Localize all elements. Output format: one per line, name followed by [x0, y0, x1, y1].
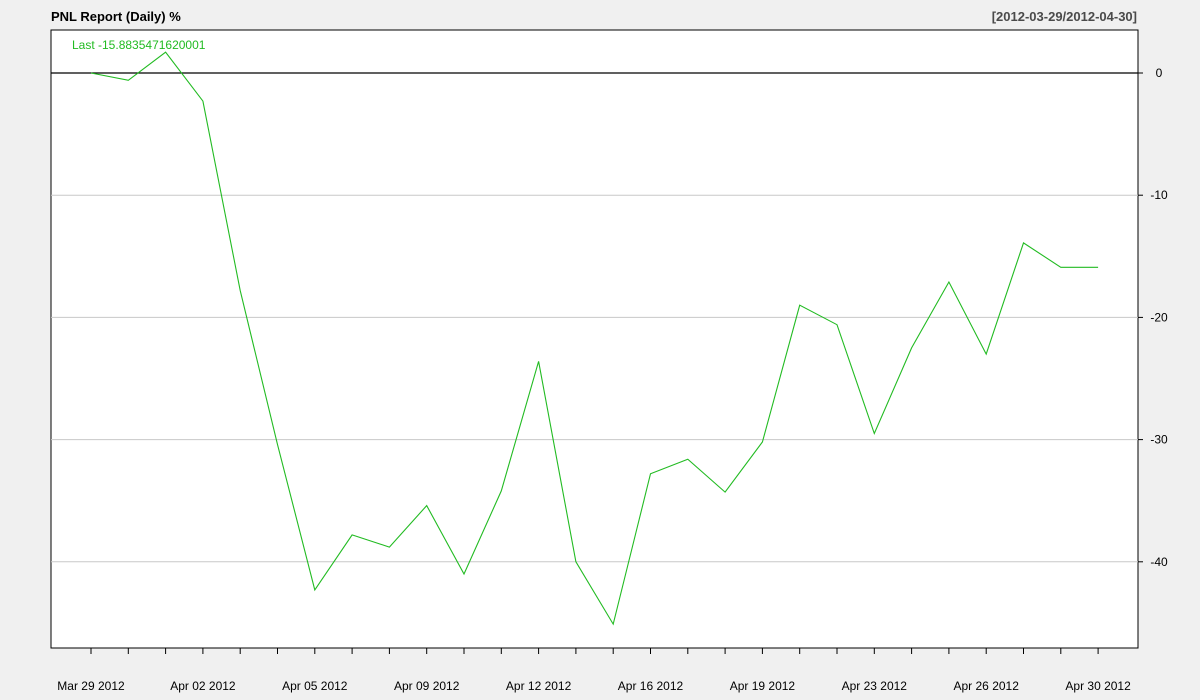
- x-tick-label: Apr 09 2012: [394, 679, 460, 693]
- x-tick-label: Apr 23 2012: [842, 679, 908, 693]
- y-tick-label: -40: [1150, 555, 1168, 569]
- x-tick-label: Apr 05 2012: [282, 679, 348, 693]
- x-tick-label: Apr 12 2012: [506, 679, 572, 693]
- plot-area: [50, 29, 1139, 649]
- legend-last-value: Last -15.8835471620001: [72, 38, 206, 52]
- y-tick-label: -20: [1150, 310, 1168, 324]
- pnl-line-chart: PNL Report (Daily) % [2012-03-29/2012-04…: [50, 9, 1168, 693]
- y-tick-label: 0: [1156, 66, 1163, 80]
- x-tick-label: Apr 16 2012: [618, 679, 684, 693]
- x-tick-label: Mar 29 2012: [57, 679, 125, 693]
- chart-title: PNL Report (Daily) %: [51, 9, 181, 24]
- x-tick-label: Apr 02 2012: [170, 679, 236, 693]
- x-tick-label: Apr 30 2012: [1065, 679, 1131, 693]
- y-tick-label: -10: [1150, 188, 1168, 202]
- y-tick-label: -30: [1150, 433, 1168, 447]
- date-range-label: [2012-03-29/2012-04-30]: [992, 9, 1137, 24]
- x-tick-label: Apr 19 2012: [730, 679, 796, 693]
- chart-container: PNL Report (Daily) % [2012-03-29/2012-04…: [0, 0, 1200, 700]
- x-tick-label: Apr 26 2012: [954, 679, 1020, 693]
